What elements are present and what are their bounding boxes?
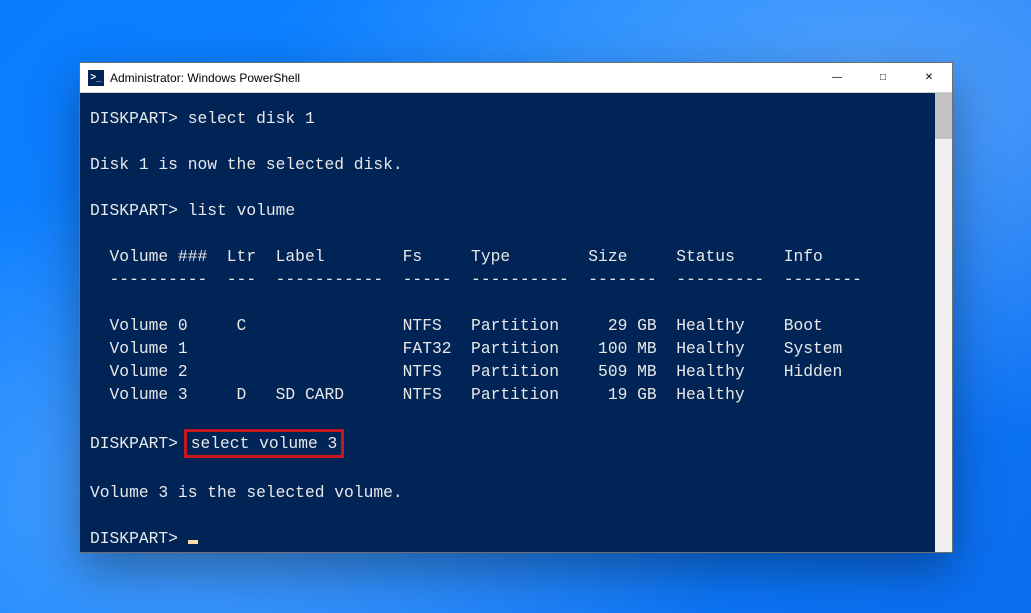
output-line: Disk 1 is now the selected disk.: [90, 155, 403, 174]
client-area: DISKPART> select disk 1 Disk 1 is now th…: [80, 93, 952, 552]
prompt: DISKPART>: [90, 434, 178, 453]
command-text: list volume: [188, 201, 295, 220]
table-row: Volume 1 FAT32 Partition 100 MB Healthy …: [90, 339, 842, 358]
highlighted-command: select volume 3: [184, 429, 345, 458]
terminal-output[interactable]: DISKPART> select disk 1 Disk 1 is now th…: [80, 93, 935, 552]
prompt: DISKPART>: [90, 109, 178, 128]
desktop-background: >_ Administrator: Windows PowerShell — □…: [0, 0, 1031, 613]
prompt: DISKPART>: [90, 529, 178, 548]
maximize-button[interactable]: □: [860, 63, 906, 93]
powershell-icon: >_: [88, 70, 104, 86]
command-text: select disk 1: [188, 109, 315, 128]
maximize-icon: □: [880, 72, 886, 83]
scrollbar-thumb[interactable]: [935, 93, 952, 139]
powershell-window: >_ Administrator: Windows PowerShell — □…: [79, 62, 953, 553]
output-line: Volume 3 is the selected volume.: [90, 483, 403, 502]
minimize-icon: —: [832, 72, 842, 83]
table-row: Volume 0 C NTFS Partition 29 GB Healthy …: [90, 316, 823, 335]
minimize-button[interactable]: —: [814, 63, 860, 93]
scrollbar-track[interactable]: [935, 93, 952, 552]
close-icon: ✕: [925, 72, 933, 83]
title-bar[interactable]: >_ Administrator: Windows PowerShell — □…: [80, 63, 952, 93]
vertical-scrollbar[interactable]: [935, 93, 952, 552]
table-row: Volume 2 NTFS Partition 509 MB Healthy H…: [90, 362, 842, 381]
window-title: Administrator: Windows PowerShell: [110, 71, 300, 85]
text-cursor: [188, 540, 198, 544]
table-separator: ---------- --- ----------- ----- -------…: [90, 270, 862, 289]
table-row: Volume 3 D SD CARD NTFS Partition 19 GB …: [90, 385, 745, 404]
table-header: Volume ### Ltr Label Fs Type Size Status…: [90, 247, 823, 266]
close-button[interactable]: ✕: [906, 63, 952, 93]
prompt: DISKPART>: [90, 201, 178, 220]
